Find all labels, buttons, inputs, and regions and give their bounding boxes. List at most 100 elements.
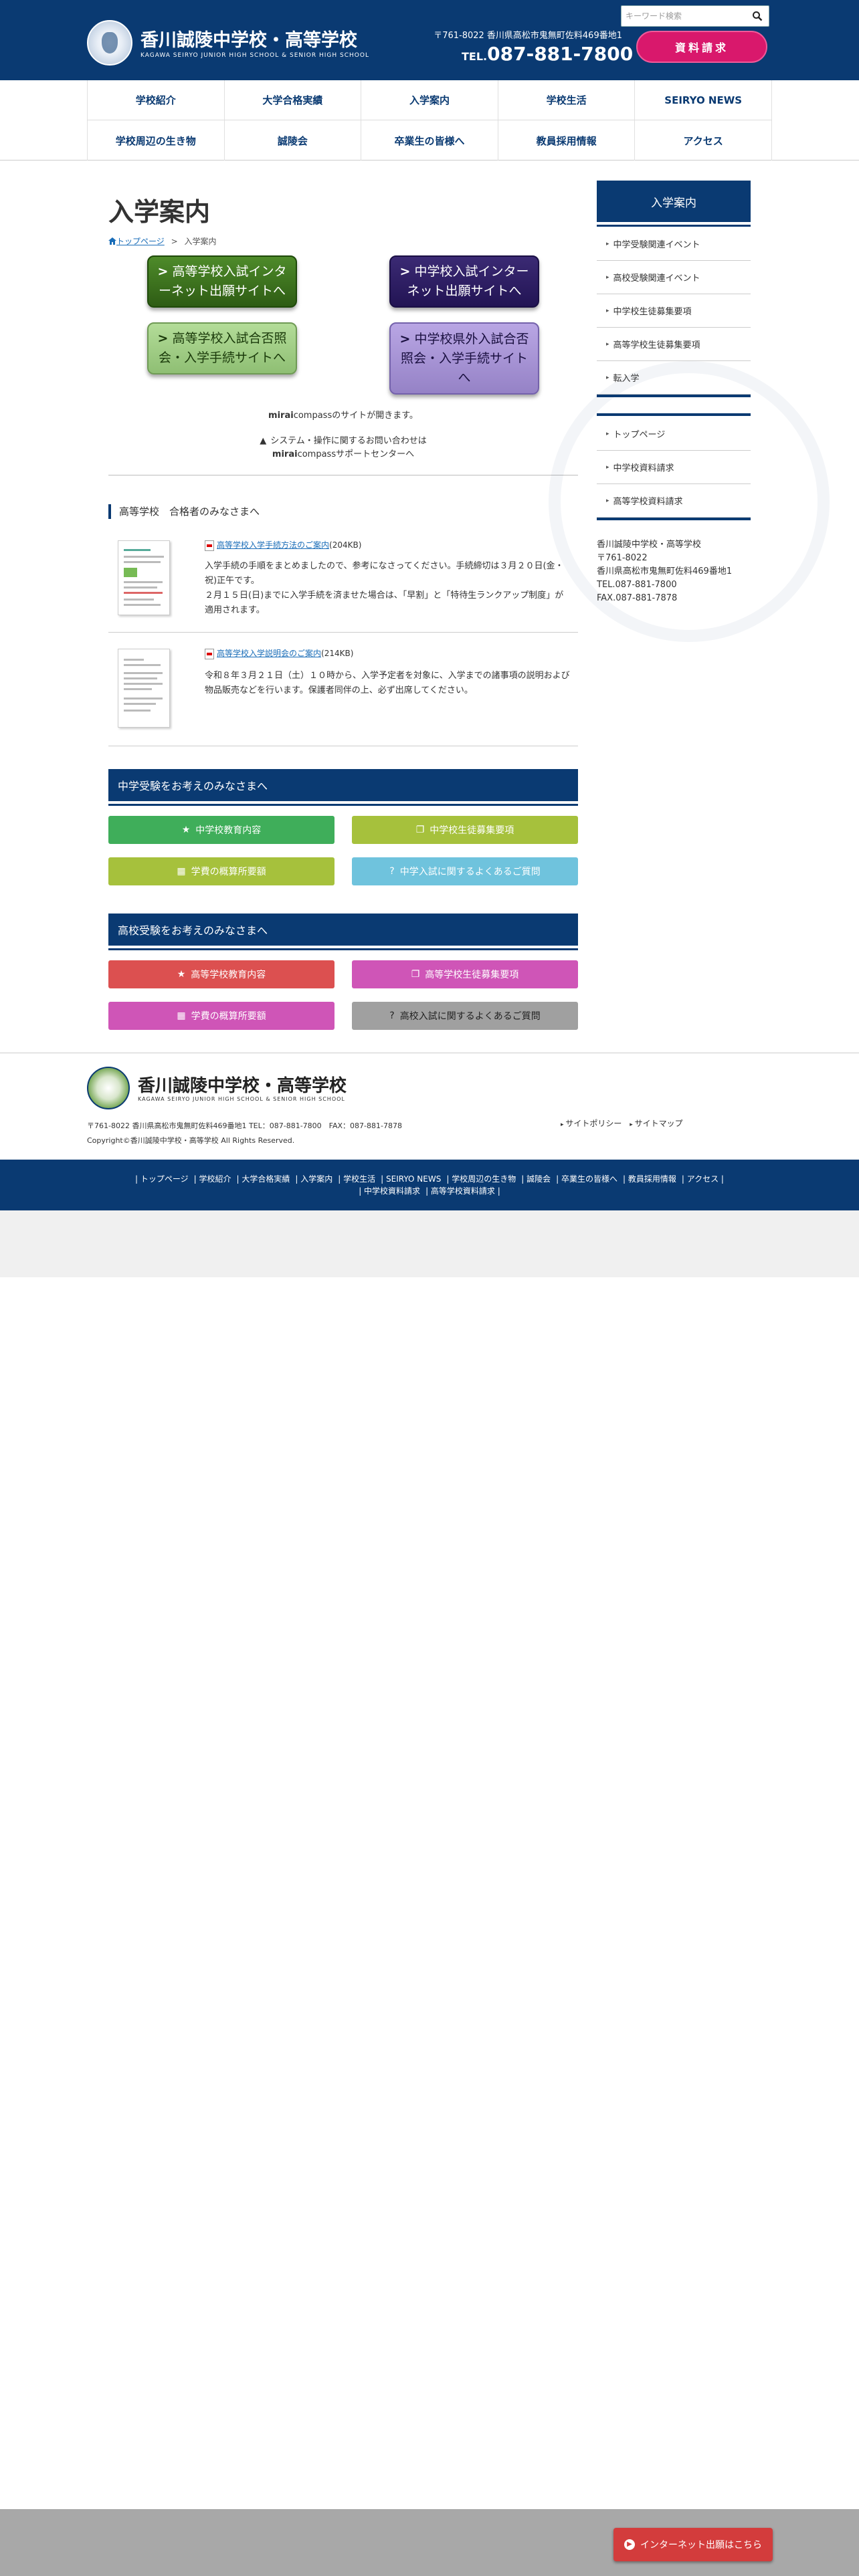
footer-nav-item[interactable]: 卒業生の皆様へ <box>553 1174 620 1184</box>
sidebar-item-jr-events[interactable]: 中学受験関連イベント <box>597 227 751 261</box>
sidebar-item-high-events[interactable]: 高校受験関連イベント <box>597 261 751 294</box>
footer-nav-item[interactable]: 学校紹介 <box>191 1174 234 1184</box>
high-result-button[interactable]: > 高等学校入試合否照会・入学手続サイトへ <box>147 322 297 374</box>
footer-school-name-en: KAGAWA SEIRYO JUNIOR HIGH SCHOOL & SENIO… <box>138 1096 345 1102</box>
footer-copyright: Copyright©香川誠陵中学校・高等学校 All Rights Reserv… <box>87 1136 295 1145</box>
arrow-right-icon: ▶ <box>624 2539 635 2550</box>
footer-nav-item[interactable]: SEIRYO NEWS <box>378 1174 444 1184</box>
high-recruitment-label: 高等学校生徒募集要項 <box>425 970 519 980</box>
sidebar-item-high-recruitment[interactable]: 高等学校生徒募集要項 <box>597 328 751 361</box>
sidebar-address-line: FAX.087-881-7878 <box>597 593 678 603</box>
search-button[interactable] <box>746 6 769 26</box>
nav-item-about[interactable]: 学校紹介 <box>87 80 224 120</box>
chevron-right-icon: > <box>157 331 169 346</box>
warning-icon: ▲ <box>260 436 267 446</box>
footer-nav-row: トップページ学校紹介大学合格実績入学案内学校生活SEIRYO NEWS学校周辺の… <box>0 1173 859 1185</box>
pdf-icon <box>205 540 214 551</box>
high-tuition-label: 学費の概算所要額 <box>191 1011 266 1022</box>
page-title: 入学案内 <box>108 197 211 227</box>
footer-nav-item[interactable]: 教員採用情報 <box>620 1174 679 1184</box>
high-passed-heading: 高等学校 合格者のみなさまへ <box>108 504 260 519</box>
jr-faq-label: 中学入試に関するよくあるご質問 <box>399 867 541 877</box>
high-recruitment-button[interactable]: ❐ 高等学校生徒募集要項 <box>352 960 578 988</box>
jr-faq-button[interactable]: ? 中学入試に関するよくあるご質問 <box>352 857 578 885</box>
nav-item-recruit[interactable]: 教員採用情報 <box>497 120 635 160</box>
pdf-link[interactable]: 高等学校入学説明会のご案内 <box>217 649 321 658</box>
support-note-line1: システム・操作に関するお問い合わせは <box>270 436 427 446</box>
search-box <box>621 5 769 27</box>
search-icon <box>753 11 763 21</box>
footer-school-name: 香川誠陵中学校・高等学校 <box>138 1076 347 1096</box>
sitemap-link[interactable]: サイトマップ <box>630 1119 682 1128</box>
pdf-link[interactable]: 高等学校入学手続方法のご案内 <box>217 540 329 550</box>
sidebar-link-jr-request[interactable]: 中学校資料請求 <box>597 451 751 484</box>
chevron-right-icon: > <box>157 264 169 279</box>
jr-tuition-button[interactable]: ▦ 学費の概算所要額 <box>108 857 335 885</box>
nav-item-creatures[interactable]: 学校周辺の生き物 <box>87 120 224 160</box>
footer-nav-item[interactable]: 学校生活 <box>335 1174 378 1184</box>
footer-nav-item[interactable]: 大学合格実績 <box>234 1174 293 1184</box>
footer-nav-item[interactable]: 誠陵会 <box>518 1174 553 1184</box>
doc-row: 高等学校入学説明会のご案内(214KB) 令和８年３月２１日（土）１０時から、入… <box>108 633 578 746</box>
mirai-note-text: compassのサイトが開きます。 <box>293 411 418 421</box>
sidebar-link-top[interactable]: トップページ <box>597 417 751 451</box>
internet-application-button[interactable]: ▶ インターネット出願はこちら <box>613 2528 773 2561</box>
site-footer: 香川誠陵中学校・高等学校 KAGAWA SEIRYO JUNIOR HIGH S… <box>0 1053 859 1160</box>
search-input[interactable] <box>626 9 739 23</box>
pdf-link-line: 高等学校入学手続方法のご案内(204KB) <box>205 539 361 551</box>
site-policy-link[interactable]: サイトポリシー <box>561 1119 622 1128</box>
high-faq-button[interactable]: ? 高校入試に関するよくあるご質問 <box>352 1002 578 1030</box>
footer-nav-item[interactable]: 中学校資料請求 <box>356 1186 423 1196</box>
question-icon: ? <box>389 866 395 877</box>
jr-recruitment-label: 中学校生徒募集要項 <box>430 825 514 836</box>
sidebar-item-jr-recruitment[interactable]: 中学校生徒募集要項 <box>597 294 751 328</box>
pdf-size: (204KB) <box>329 540 362 550</box>
header-tel: TEL.087-881-7800 <box>462 43 633 65</box>
sidebar-item-transfer[interactable]: 転入学 <box>597 361 751 395</box>
footer-nav-item[interactable]: トップページ <box>132 1174 191 1184</box>
footer-nav-item[interactable]: アクセス <box>679 1174 727 1184</box>
miraicompass-note: miraicompassのサイトが開きます。 <box>108 408 578 421</box>
nav-item-admission[interactable]: 入学案内 <box>361 80 498 120</box>
request-materials-button[interactable]: 資料請求 <box>636 31 767 63</box>
breadcrumb-home-link[interactable]: トップページ <box>116 237 165 246</box>
breadcrumb-current: 入学案内 <box>184 237 217 246</box>
site-logo[interactable]: 香川誠陵中学校・高等学校 KAGAWA SEIRYO JUNIOR HIGH S… <box>87 20 369 67</box>
site-header: 香川誠陵中学校・高等学校 KAGAWA SEIRYO JUNIOR HIGH S… <box>0 0 859 80</box>
pdf-size: (214KB) <box>321 649 354 658</box>
nav-item-access[interactable]: アクセス <box>634 120 772 160</box>
high-net-application-label: 高等学校入試インターネット出願サイトへ <box>158 264 287 298</box>
calculator-icon: ▦ <box>177 1010 186 1021</box>
high-education-button[interactable]: ★ 高等学校教育内容 <box>108 960 335 988</box>
sidebar-address-line: 〒761-8022 <box>597 553 648 563</box>
nav-item-alumni[interactable]: 卒業生の皆様へ <box>361 120 498 160</box>
jr-education-button[interactable]: ★ 中学校教育内容 <box>108 816 335 844</box>
tel-prefix: TEL. <box>462 50 488 63</box>
breadcrumb: トップページ > 入学案内 <box>108 235 217 247</box>
high-net-application-button[interactable]: > 高等学校入試インターネット出願サイトへ <box>147 255 297 308</box>
footer-logo[interactable]: 香川誠陵中学校・高等学校 KAGAWA SEIRYO JUNIOR HIGH S… <box>87 1067 355 1113</box>
jr-recruitment-button[interactable]: ❐ 中学校生徒募集要項 <box>352 816 578 844</box>
nav-item-school-life[interactable]: 学校生活 <box>497 80 635 120</box>
jr-tuition-label: 学費の概算所要額 <box>191 867 266 877</box>
high-tuition-button[interactable]: ▦ 学費の概算所要額 <box>108 1002 335 1030</box>
sidebar-address-line: 香川誠陵中学校・高等学校 <box>597 540 702 550</box>
jr-education-label: 中学校教育内容 <box>195 825 262 836</box>
sidebar-link-high-request[interactable]: 高等学校資料請求 <box>597 484 751 518</box>
jr-net-application-button[interactable]: > 中学校入試インターネット出願サイトへ <box>389 255 539 308</box>
sidebar-address-line: TEL.087-881-7800 <box>597 580 677 590</box>
doc-description: 令和８年３月２１日（土）１０時から、入学予定者を対象に、入学までの諸事項の説明お… <box>205 671 570 695</box>
footer-nav-item[interactable]: 高等学校資料請求 <box>423 1186 503 1196</box>
footer-nav-item[interactable]: 学校周辺の生き物 <box>444 1174 518 1184</box>
school-name: 香川誠陵中学校・高等学校 <box>140 30 357 51</box>
nav-item-news[interactable]: SEIRYO NEWS <box>634 80 772 120</box>
nav-item-seiryokai[interactable]: 誠陵会 <box>223 120 361 160</box>
sidebar-heading: 入学案内 <box>597 181 751 225</box>
page-bottom-area <box>0 1210 859 1277</box>
footer-nav-item[interactable]: 入学案内 <box>292 1174 335 1184</box>
nav-item-university-results[interactable]: 大学合格実績 <box>223 80 361 120</box>
copy-icon: ❐ <box>415 825 425 835</box>
footer-links: サイトポリシー サイトマップ <box>555 1117 683 1129</box>
footer-nav: トップページ学校紹介大学合格実績入学案内学校生活SEIRYO NEWS学校周辺の… <box>0 1160 859 1210</box>
jr-outside-result-button[interactable]: > 中学校県外入試合否照会・入学手続サイトへ <box>389 322 539 395</box>
